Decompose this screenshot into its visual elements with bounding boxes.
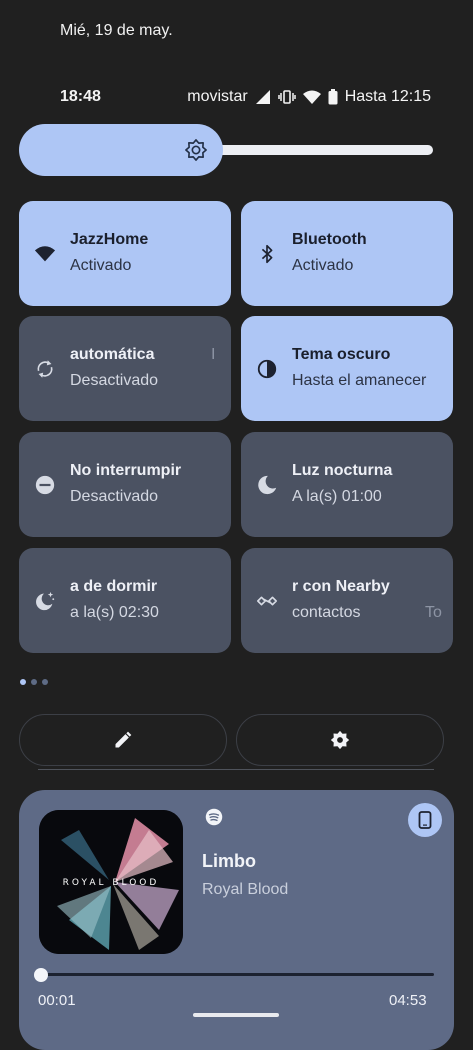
- tile-subtitle: A la(s) 01:00: [292, 488, 382, 505]
- battery-estimate: Hasta 12:15: [344, 88, 431, 105]
- tile-bluetooth[interactable]: Bluetooth Activado: [241, 201, 453, 306]
- tile-do-not-disturb[interactable]: No interrumpir Desactivado: [19, 432, 231, 537]
- tile-nearby-share[interactable]: r con Nearby contactos To: [241, 548, 453, 653]
- vibrate-icon: [277, 90, 296, 104]
- page-dot: [31, 679, 37, 685]
- gear-icon: [330, 730, 350, 750]
- drag-handle[interactable]: [193, 1013, 279, 1017]
- tile-auto-rotate[interactable]: automática Desactivado I: [19, 316, 231, 421]
- tile-subtitle: Activado: [70, 257, 132, 274]
- tile-title: Tema oscuro: [292, 346, 391, 363]
- status-bar: 18:48 movistar Hasta 12:15: [60, 86, 431, 108]
- tile-subtitle: Hasta el amanecer: [292, 372, 427, 389]
- status-time: 18:48: [60, 88, 101, 105]
- page-dot: [42, 679, 48, 685]
- tile-title: JazzHome: [70, 231, 149, 248]
- tile-bedtime[interactable]: a de dormir a la(s) 02:30: [19, 548, 231, 653]
- tile-title: automática: [70, 346, 155, 363]
- artist-name: Royal Blood: [202, 881, 289, 898]
- auto-rotate-icon: [37, 360, 53, 378]
- tile-wifi[interactable]: JazzHome Activado: [19, 201, 231, 306]
- album-art-logo: ROYAL BLOOD: [63, 878, 160, 888]
- tile-title: Bluetooth: [292, 231, 367, 248]
- tile-subtitle: a la(s) 02:30: [70, 604, 159, 621]
- do-not-disturb-icon: [35, 475, 55, 495]
- night-light-icon: [258, 475, 277, 495]
- album-art-image: ROYAL BLOOD: [39, 810, 183, 954]
- carrier-name: movistar: [187, 88, 248, 105]
- tile-night-light[interactable]: Luz nocturna A la(s) 01:00: [241, 432, 453, 537]
- tile-overflow-text: To: [425, 604, 442, 621]
- bluetooth-icon: [261, 244, 273, 264]
- seek-thumb[interactable]: [34, 968, 48, 982]
- divider: [38, 769, 434, 770]
- edit-pencil-icon: [115, 731, 132, 748]
- page-dot: [20, 679, 26, 685]
- bedtime-icon: [36, 591, 55, 611]
- page-indicator: [20, 679, 48, 685]
- brightness-track[interactable]: [205, 145, 433, 155]
- tile-subtitle: Activado: [292, 257, 354, 274]
- output-device-button[interactable]: [408, 803, 442, 837]
- lock-date: Mié, 19 de may.: [60, 22, 173, 39]
- seek-bar[interactable]: [40, 973, 434, 976]
- media-player-card[interactable]: ROYAL BLOOD Limbo Royal Blood 00:01 04:5…: [19, 790, 454, 1050]
- signal-icon: [255, 90, 270, 104]
- edit-tiles-button[interactable]: [19, 714, 227, 766]
- dark-theme-icon: [257, 359, 277, 379]
- wifi-status-icon: [302, 90, 321, 104]
- battery-icon: [328, 89, 338, 105]
- album-art: ROYAL BLOOD: [39, 810, 183, 954]
- spotify-icon: [205, 808, 223, 826]
- tile-subtitle: contactos: [292, 604, 361, 621]
- tile-subtitle: Desactivado: [70, 488, 159, 505]
- brightness-icon: [185, 139, 207, 161]
- total-time: 04:53: [389, 992, 427, 1009]
- tile-overflow-text: I: [211, 346, 216, 363]
- tile-title: Luz nocturna: [292, 462, 393, 479]
- phone-icon: [418, 811, 432, 829]
- tile-title: r con Nearby: [292, 578, 390, 595]
- tile-subtitle: Desactivado: [70, 372, 159, 389]
- tile-title: No interrumpir: [70, 462, 182, 479]
- tile-dark-theme[interactable]: Tema oscuro Hasta el amanecer: [241, 316, 453, 421]
- wifi-icon: [34, 246, 56, 262]
- nearby-share-icon: [257, 596, 277, 606]
- song-title: Limbo: [202, 851, 256, 871]
- elapsed-time: 00:01: [38, 992, 76, 1009]
- settings-button[interactable]: [236, 714, 444, 766]
- tile-title: a de dormir: [70, 578, 158, 595]
